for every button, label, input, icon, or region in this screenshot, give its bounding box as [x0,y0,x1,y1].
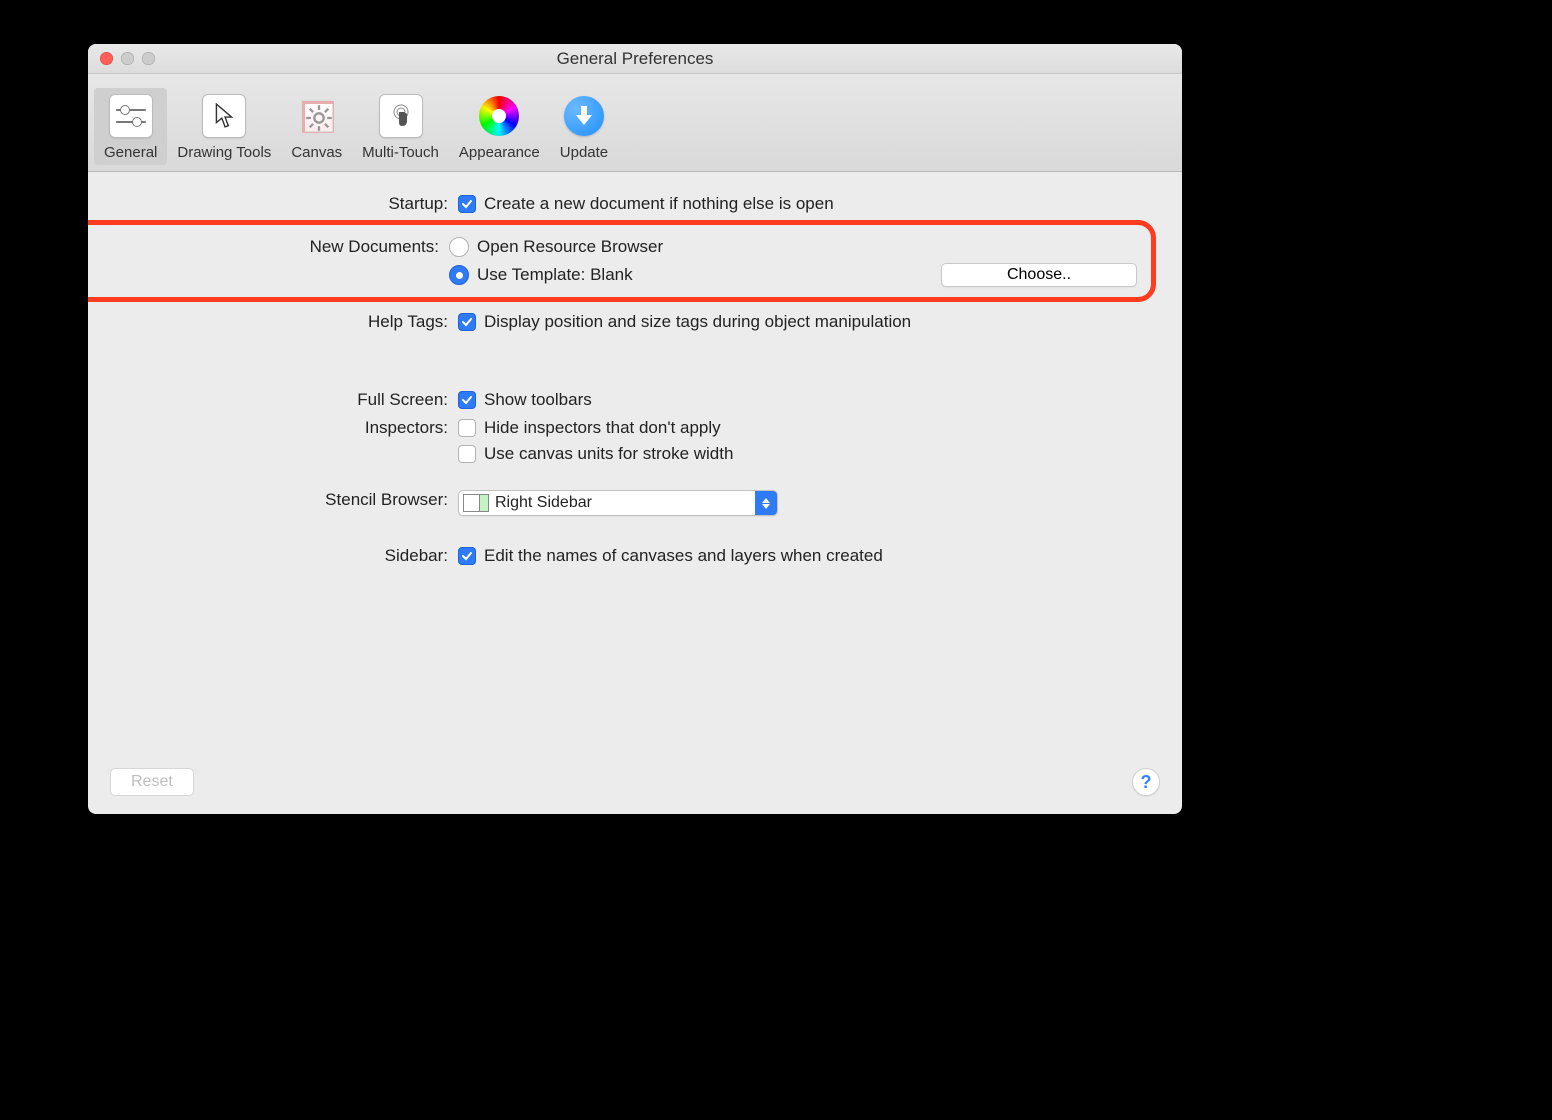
row-inspectors: Inspectors: Hide inspectors that don't a… [128,416,1142,464]
tab-general[interactable]: General [94,88,167,165]
text-startup-create-doc: Create a new document if nothing else is… [484,194,834,214]
checkbox-canvas-units[interactable] [458,445,476,463]
titlebar: General Preferences [88,44,1182,74]
checkbox-full-screen[interactable] [458,391,476,409]
checkbox-hide-inspectors[interactable] [458,419,476,437]
text-sidebar-edit-names: Edit the names of canvases and layers wh… [484,546,883,566]
label-help-tags: Help Tags: [128,310,458,332]
row-startup: Startup: Create a new document if nothin… [128,192,1142,214]
radio-open-resource-browser[interactable] [449,237,469,257]
text-help-tags: Display position and size tags during ob… [484,312,911,332]
select-stencil-value: Right Sidebar [495,494,755,512]
text-full-screen: Show toolbars [484,390,592,410]
traffic-lights [100,52,155,65]
download-arrow-icon [562,94,606,138]
select-stencil-browser[interactable]: Right Sidebar [458,490,778,516]
checkbox-help-tags[interactable] [458,313,476,331]
tab-drawing-tools[interactable]: Drawing Tools [167,88,281,165]
row-help-tags: Help Tags: Display position and size tag… [128,310,1142,332]
toolbar: General Drawing Tools Canvas Multi-Touch [88,74,1182,172]
text-canvas-units: Use canvas units for stroke width [484,444,733,464]
preferences-content: Startup: Create a new document if nothin… [88,172,1182,750]
row-full-screen: Full Screen: Show toolbars [128,388,1142,410]
tab-multi-touch[interactable]: Multi-Touch [352,88,449,165]
sliders-icon [109,94,153,138]
help-button[interactable]: ? [1132,768,1160,796]
select-arrows-icon [755,491,777,515]
row-sidebar: Sidebar: Edit the names of canvases and … [128,544,1142,566]
footer: Reset ? [88,750,1182,814]
label-full-screen: Full Screen: [128,388,458,410]
radio-use-template[interactable] [449,265,469,285]
canvas-icon [295,94,339,138]
label-inspectors: Inspectors: [128,416,458,438]
right-sidebar-icon [463,494,489,512]
color-wheel-icon [477,94,521,138]
tab-appearance[interactable]: Appearance [449,88,550,165]
checkbox-sidebar-edit-names[interactable] [458,547,476,565]
tab-update[interactable]: Update [550,88,618,165]
checkbox-startup-create-doc[interactable] [458,195,476,213]
row-stencil-browser: Stencil Browser: Right Sidebar [128,488,1142,516]
label-startup: Startup: [128,192,458,214]
text-use-template: Use Template: Blank [477,265,633,285]
label-stencil-browser: Stencil Browser: [128,488,458,510]
close-button[interactable] [100,52,113,65]
label-new-documents: New Documents: [88,235,449,257]
reset-button[interactable]: Reset [110,768,194,796]
label-sidebar: Sidebar: [128,544,458,566]
highlight-new-documents: New Documents: Open Resource Browser Use… [88,220,1156,302]
preferences-window: General Preferences General Drawing Tool… [88,44,1182,814]
text-open-resource-browser: Open Resource Browser [477,237,663,257]
choose-template-button[interactable]: Choose.. [941,263,1137,287]
zoom-button[interactable] [142,52,155,65]
tab-canvas[interactable]: Canvas [281,88,352,165]
touch-icon [379,94,423,138]
cursor-icon [202,94,246,138]
window-title: General Preferences [88,49,1182,69]
text-hide-inspectors: Hide inspectors that don't apply [484,418,721,438]
minimize-button[interactable] [121,52,134,65]
